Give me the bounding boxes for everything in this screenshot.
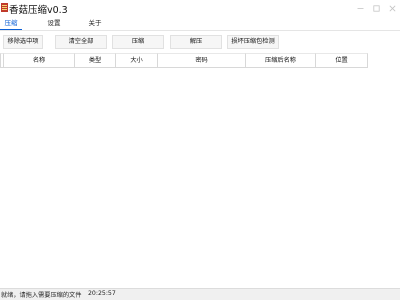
column-header-name[interactable]: 名称 bbox=[4, 53, 75, 68]
maximize-icon bbox=[372, 4, 380, 12]
minimize-button[interactable] bbox=[352, 0, 368, 16]
minimize-icon bbox=[357, 7, 363, 9]
tab-compress[interactable]: 压缩 bbox=[0, 18, 22, 30]
decompress-button[interactable]: 解压 bbox=[170, 35, 222, 49]
file-table[interactable]: 名称 类型 大小 密码 压缩后名称 位置 bbox=[0, 53, 400, 288]
title-bar: 香菇压缩v0.3 bbox=[0, 0, 400, 16]
corrupt-archive-check-button[interactable]: 损坏压缩包检测 bbox=[227, 35, 279, 49]
tab-bar: 压缩 设置 关于 bbox=[0, 16, 400, 30]
window-title: 香菇压缩v0.3 bbox=[9, 5, 68, 16]
column-header-size[interactable]: 大小 bbox=[116, 53, 158, 68]
compress-button[interactable]: 压缩 bbox=[112, 35, 164, 49]
app-icon bbox=[1, 3, 8, 12]
clear-all-button[interactable]: 清空全部 bbox=[55, 35, 107, 49]
column-header-password[interactable]: 密码 bbox=[158, 53, 246, 68]
column-header-type[interactable]: 类型 bbox=[75, 53, 116, 68]
maximize-button[interactable] bbox=[368, 0, 384, 16]
close-icon bbox=[389, 5, 395, 11]
remove-selected-button[interactable]: 移除选中项 bbox=[3, 35, 43, 49]
toolbar: 移除选中项 清空全部 压缩 解压 损坏压缩包检测 bbox=[0, 31, 400, 53]
tab-settings[interactable]: 设置 bbox=[44, 18, 64, 29]
column-header-location[interactable]: 位置 bbox=[316, 53, 368, 68]
status-time: 20:25:57 bbox=[88, 290, 116, 297]
tab-about[interactable]: 关于 bbox=[85, 18, 105, 29]
close-button[interactable] bbox=[384, 0, 400, 16]
status-message: 就绪，请拖入需要压缩的文件 bbox=[1, 292, 82, 299]
column-header-compressed-name[interactable]: 压缩后名称 bbox=[246, 53, 316, 68]
status-bar: 就绪，请拖入需要压缩的文件 20:25:57 bbox=[0, 288, 400, 300]
